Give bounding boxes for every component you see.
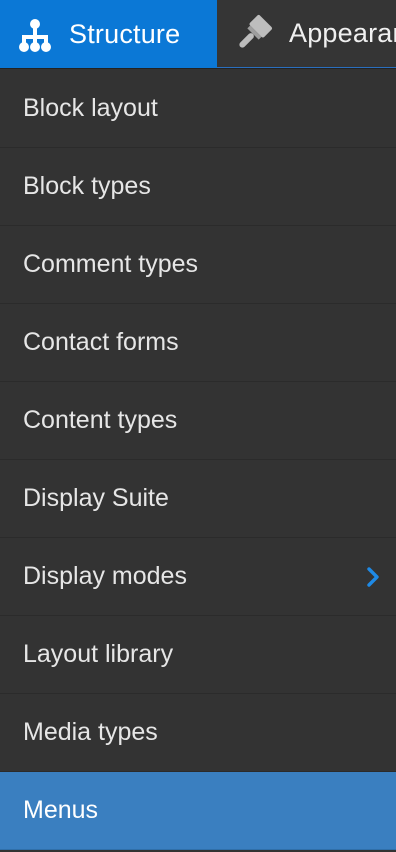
tab-appearance[interactable]: Appearance [217, 0, 396, 68]
menu-item-label: Media types [23, 718, 158, 746]
tab-structure[interactable]: Structure [0, 0, 217, 68]
menu-item-content-types[interactable]: Content types [0, 382, 396, 460]
menu-item-label: Block layout [23, 93, 158, 122]
tab-structure-label: Structure [69, 19, 181, 49]
menu-item-display-modes[interactable]: Display modes [0, 538, 396, 616]
structure-submenu: Block layout Block types Comment types C… [0, 69, 396, 850]
tab-appearance-label: Appearance [289, 18, 396, 48]
menu-item-label: Display Suite [23, 484, 169, 512]
menu-item-contact-forms[interactable]: Contact forms [0, 304, 396, 382]
chevron-right-icon[interactable] [364, 566, 382, 588]
menu-item-label: Content types [23, 406, 178, 434]
sitemap-icon [15, 15, 55, 55]
menu-item-block-layout[interactable]: Block layout [0, 69, 396, 148]
menu-item-menus[interactable]: Menus [0, 772, 396, 850]
menu-item-display-suite[interactable]: Display Suite [0, 460, 396, 538]
menu-item-block-types[interactable]: Block types [0, 148, 396, 226]
admin-toolbar: Structure Appearance [0, 0, 396, 69]
menu-item-label: Comment types [23, 250, 199, 278]
menu-item-label: Layout library [23, 640, 174, 668]
menu-item-comment-types[interactable]: Comment types [0, 226, 396, 304]
menu-item-layout-library[interactable]: Layout library [0, 616, 396, 694]
menu-item-label: Contact forms [23, 328, 179, 356]
menu-item-label: Display modes [23, 562, 187, 590]
menu-item-label: Block types [23, 172, 151, 200]
menu-item-label: Menus [23, 796, 99, 824]
menu-item-media-types[interactable]: Media types [0, 694, 396, 772]
paint-brush-icon [233, 14, 273, 54]
